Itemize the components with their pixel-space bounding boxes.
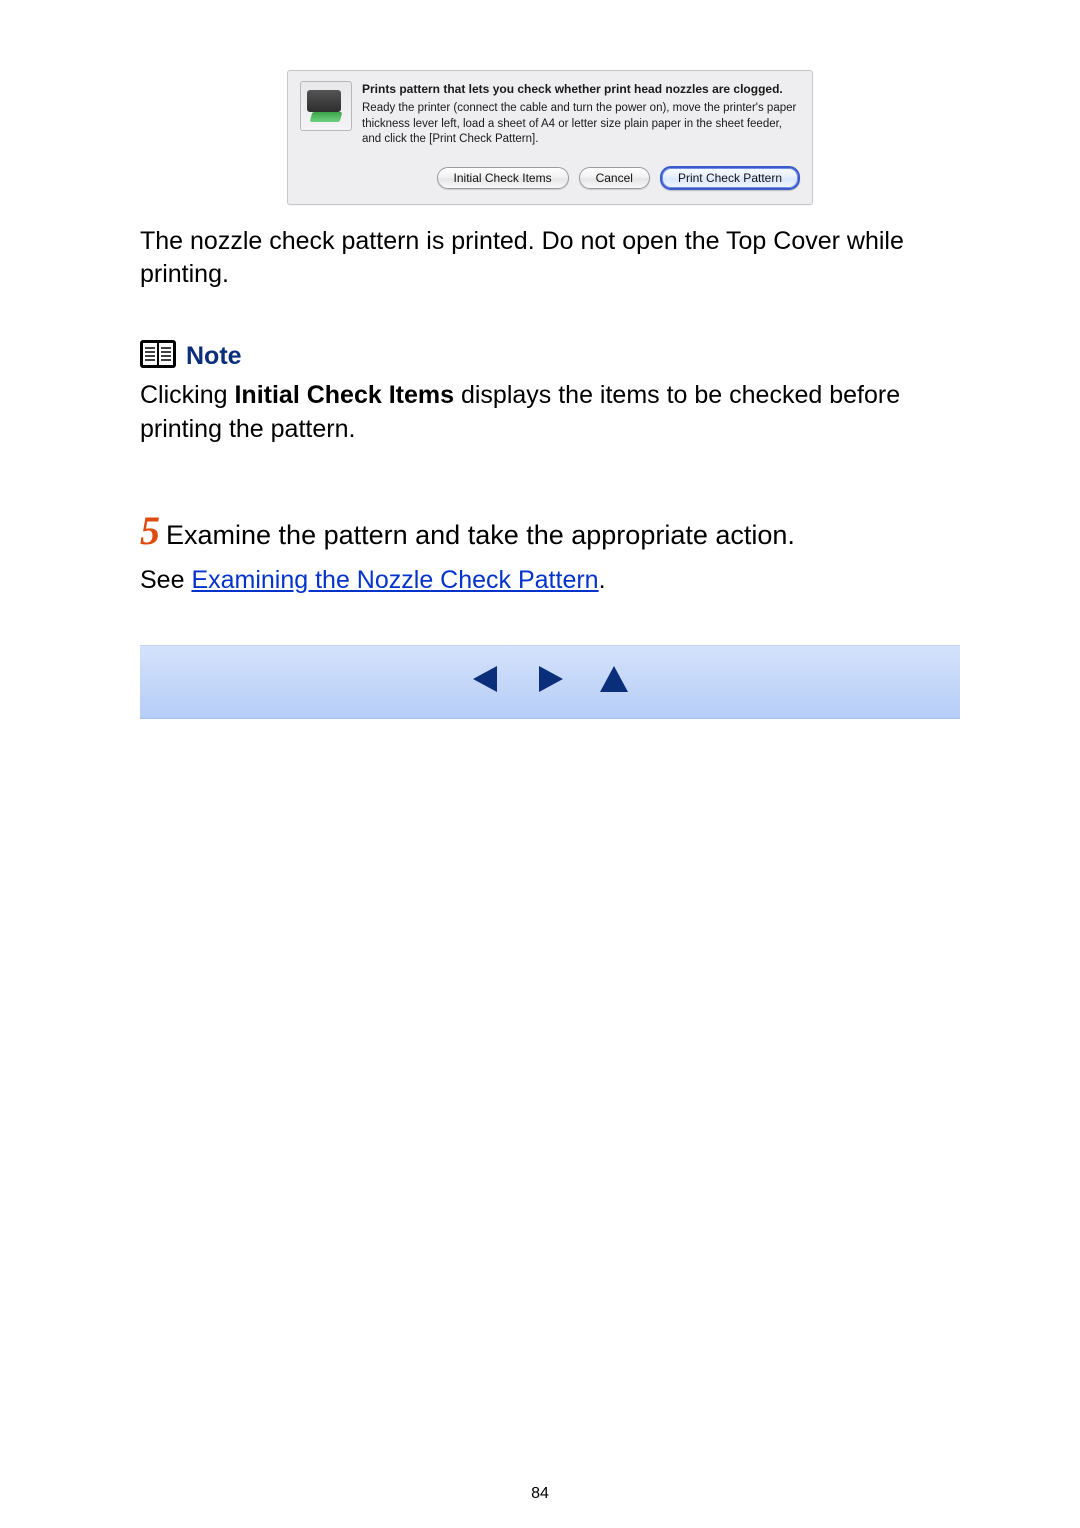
note-header: Note (140, 340, 960, 373)
note-block: Note Clicking Initial Check Items displa… (140, 340, 960, 447)
step-text: Examine the pattern and take the appropr… (166, 520, 795, 550)
print-check-pattern-button[interactable]: Print Check Pattern (660, 166, 800, 190)
see-line: See Examining the Nozzle Check Pattern. (140, 566, 960, 595)
note-text-bold: Initial Check Items (234, 381, 454, 409)
nav-bar (140, 645, 960, 719)
nav-next-icon[interactable] (533, 662, 567, 701)
page-number: 84 (0, 1485, 1080, 1503)
examining-nozzle-link[interactable]: Examining the Nozzle Check Pattern (191, 566, 598, 594)
note-body: Clicking Initial Check Items displays th… (140, 379, 960, 447)
note-label: Note (186, 342, 242, 371)
dialog-button-row: Initial Check Items Cancel Print Check P… (300, 166, 800, 190)
nav-top-icon[interactable] (597, 662, 631, 701)
nozzle-check-dialog: Prints pattern that lets you check wheth… (287, 70, 813, 205)
dialog-body-text: Ready the printer (connect the cable and… (362, 101, 800, 148)
step-number: 5 (140, 508, 160, 553)
cancel-button[interactable]: Cancel (579, 167, 650, 189)
initial-check-items-button[interactable]: Initial Check Items (437, 167, 569, 189)
step-5-block: 5 Examine the pattern and take the appro… (140, 507, 960, 554)
see-prefix: See (140, 566, 191, 594)
printer-photo-icon (300, 81, 352, 131)
note-text-prefix: Clicking (140, 381, 234, 409)
dialog-text-block: Prints pattern that lets you check wheth… (362, 81, 800, 148)
note-book-icon (140, 340, 176, 373)
document-page: Prints pattern that lets you check wheth… (0, 0, 1080, 1528)
dialog-title: Prints pattern that lets you check wheth… (362, 81, 800, 97)
nav-previous-icon[interactable] (469, 662, 503, 701)
dialog-top-row: Prints pattern that lets you check wheth… (300, 81, 800, 148)
see-suffix: . (599, 566, 606, 594)
body-paragraph: The nozzle check pattern is printed. Do … (140, 225, 960, 293)
